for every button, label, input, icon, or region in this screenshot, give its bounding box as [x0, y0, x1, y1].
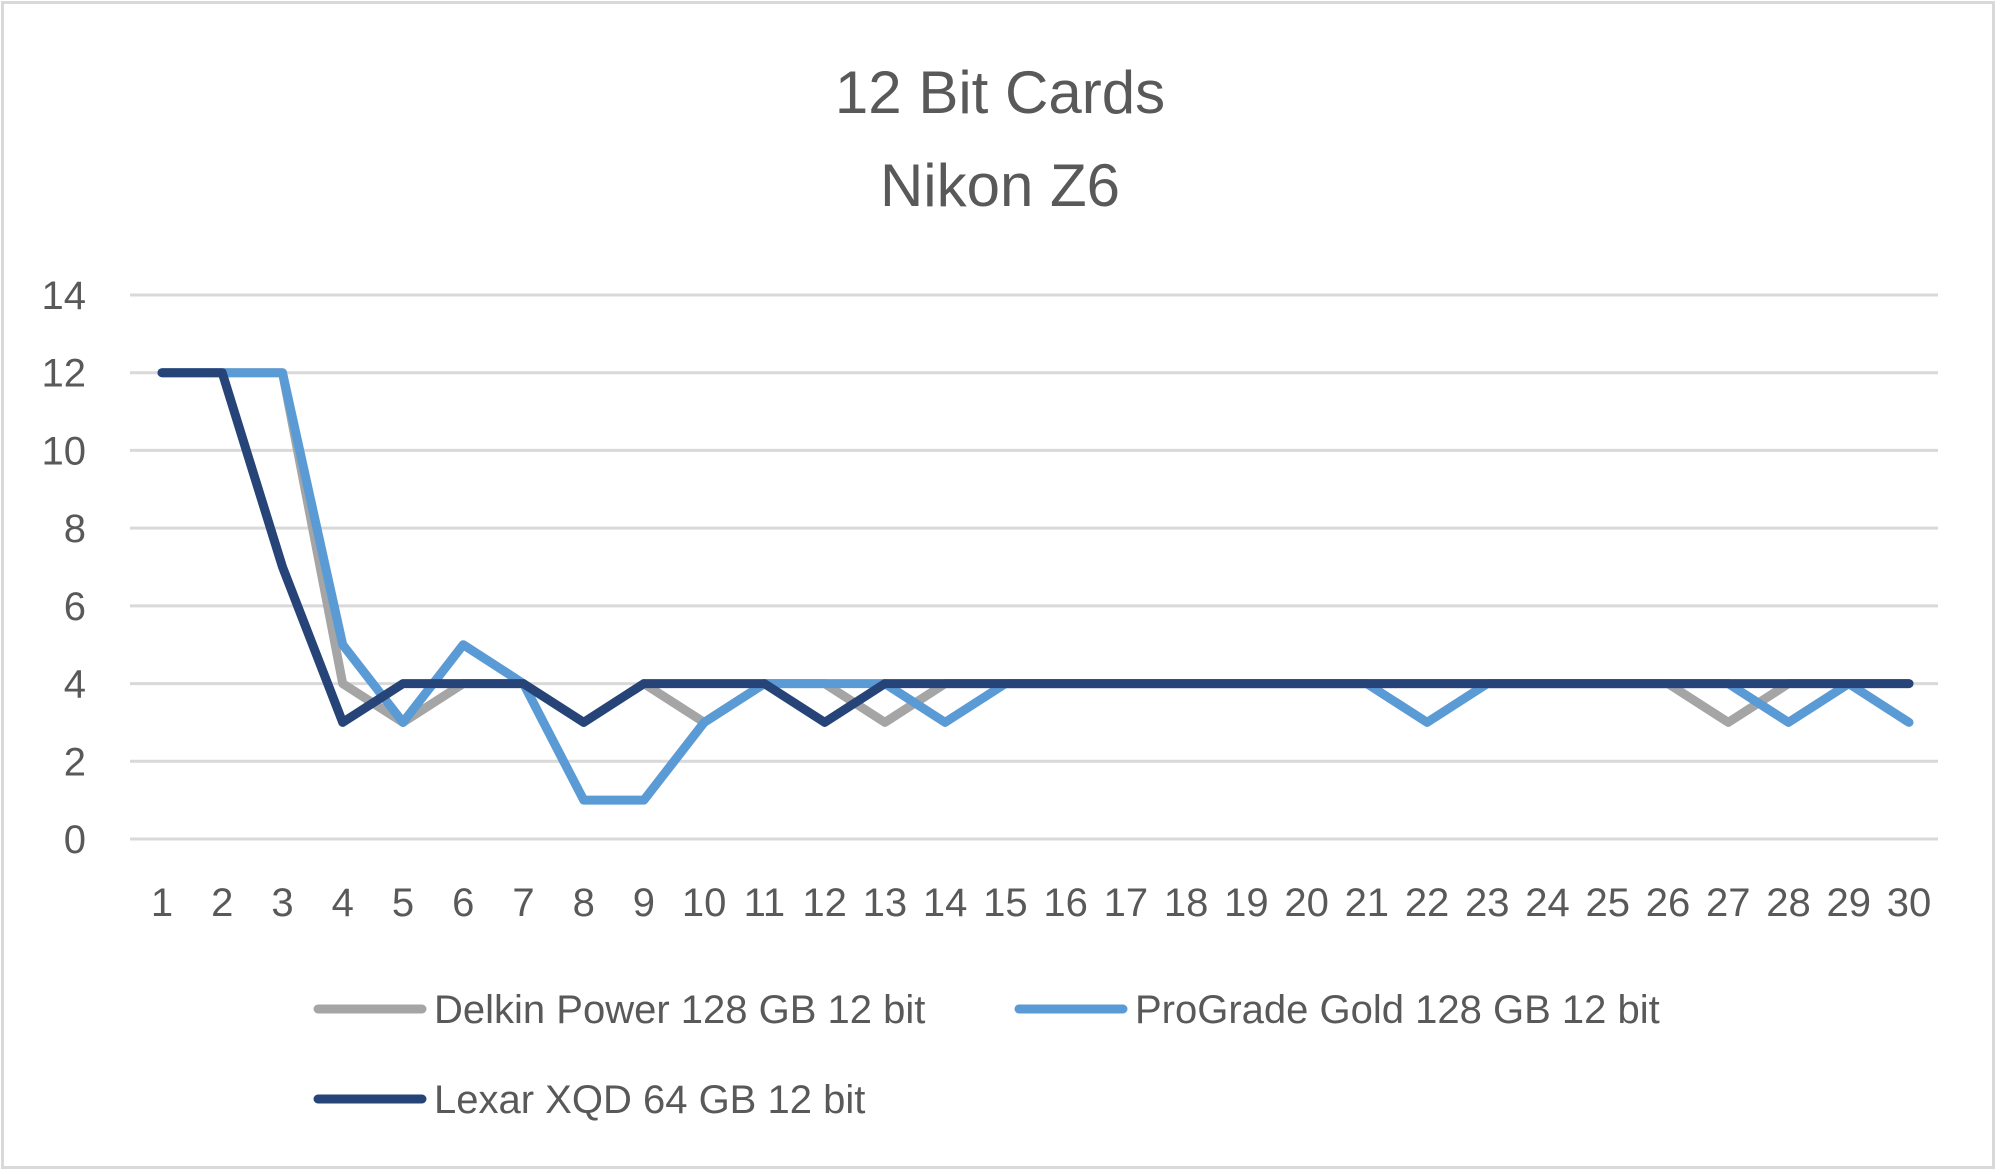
y-tick-label: 4 [64, 663, 86, 707]
x-tick-label: 2 [211, 881, 233, 925]
x-tick-label: 13 [863, 881, 908, 925]
x-tick-label: 25 [1586, 881, 1631, 925]
x-tick-label: 22 [1405, 881, 1450, 925]
legend-label: Delkin Power 128 GB 12 bit [434, 988, 925, 1032]
x-tick-label: 12 [802, 881, 847, 925]
y-tick-label: 2 [64, 740, 86, 784]
legend-label: ProGrade Gold 128 GB 12 bit [1135, 988, 1660, 1032]
chart-subtitle: Nikon Z6 [880, 152, 1120, 219]
x-tick-label: 3 [271, 881, 293, 925]
legend: Delkin Power 128 GB 12 bit ProGrade Gold … [313, 988, 1660, 1122]
x-tick-label: 21 [1345, 881, 1390, 925]
x-axis-ticks: 1 2 3 4 5 6 7 8 9 10 11 12 13 14 15 16 17 18 19 20 21 22 23 24 2… [151, 881, 1931, 925]
x-tick-label: 23 [1465, 881, 1510, 925]
y-tick-label: 14 [42, 274, 87, 318]
x-tick-label: 4 [332, 881, 354, 925]
x-tick-label: 16 [1043, 881, 1088, 925]
legend-item: Delkin Power 128 GB 12 bit [313, 988, 925, 1032]
x-tick-label: 18 [1164, 881, 1209, 925]
y-tick-label: 6 [64, 585, 86, 629]
chart-title-group: 12 Bit Cards Nikon Z6 [835, 59, 1165, 219]
legend-item: Lexar XQD 64 GB 12 bit [313, 1078, 865, 1122]
x-tick-label: 15 [983, 881, 1028, 925]
legend-item: ProGrade Gold 128 GB 12 bit [1014, 988, 1660, 1032]
series-line-1 [157, 368, 1914, 805]
x-tick-label: 17 [1104, 881, 1149, 925]
x-tick-label: 6 [452, 881, 474, 925]
x-tick-label: 24 [1525, 881, 1570, 925]
series-line-0 [157, 368, 1914, 727]
series-lines [157, 368, 1914, 805]
x-tick-label: 28 [1766, 881, 1811, 925]
x-tick-label: 20 [1284, 881, 1329, 925]
x-tick-label: 5 [392, 881, 414, 925]
x-tick-label: 27 [1706, 881, 1751, 925]
y-tick-label: 0 [64, 818, 86, 862]
y-tick-label: 8 [64, 507, 86, 551]
legend-label: Lexar XQD 64 GB 12 bit [434, 1078, 865, 1122]
chart-title: 12 Bit Cards [835, 59, 1165, 126]
x-tick-label: 30 [1887, 881, 1932, 925]
x-tick-label: 1 [151, 881, 173, 925]
x-tick-label: 9 [633, 881, 655, 925]
y-tick-label: 10 [42, 429, 87, 473]
x-tick-label: 7 [512, 881, 534, 925]
x-tick-label: 10 [682, 881, 727, 925]
gridlines [130, 293, 1938, 841]
y-tick-label: 12 [42, 352, 87, 396]
x-tick-label: 29 [1827, 881, 1872, 925]
series-line-2 [157, 368, 1914, 727]
line-chart: 12 Bit Cards Nikon Z6 02468101214 123456… [42, 59, 1938, 1122]
x-tick-label: 11 [744, 881, 786, 925]
y-axis-ticks: 0 2 4 6 8 10 12 14 [42, 274, 87, 862]
x-tick-label: 8 [573, 881, 595, 925]
x-tick-label: 26 [1646, 881, 1691, 925]
x-tick-label: 14 [923, 881, 968, 925]
x-tick-label: 19 [1224, 881, 1269, 925]
